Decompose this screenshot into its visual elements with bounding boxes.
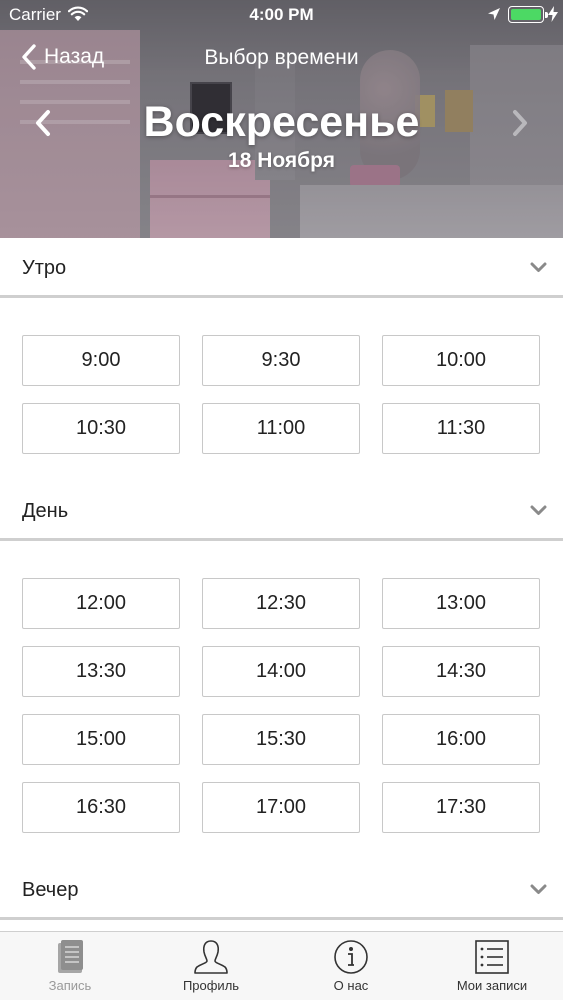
section-title: Вечер bbox=[22, 879, 79, 901]
chevron-down-icon bbox=[530, 884, 547, 894]
section-header-evening[interactable]: Вечер bbox=[0, 860, 563, 920]
status-bar: Carrier 4:00 PM bbox=[0, 0, 563, 30]
page-title: Выбор времени bbox=[204, 46, 359, 69]
time-slot[interactable]: 17:30 bbox=[382, 782, 540, 833]
section-header-day[interactable]: День bbox=[0, 481, 563, 541]
time-slot[interactable]: 16:00 bbox=[382, 714, 540, 765]
time-slot[interactable]: 11:00 bbox=[202, 403, 360, 454]
list-icon bbox=[475, 940, 509, 974]
next-day-button[interactable] bbox=[509, 108, 531, 138]
day-name: Воскресенье bbox=[143, 98, 420, 146]
time-slot[interactable]: 10:00 bbox=[382, 335, 540, 386]
tab-label: Мои записи bbox=[456, 978, 528, 993]
status-time: 4:00 PM bbox=[249, 5, 314, 24]
time-slot[interactable]: 12:30 bbox=[202, 578, 360, 629]
day-date: 18 Ноября bbox=[228, 149, 335, 172]
document-icon bbox=[58, 940, 83, 973]
section-title: День bbox=[22, 500, 69, 522]
time-slot[interactable]: 10:30 bbox=[22, 403, 180, 454]
time-slot[interactable]: 14:00 bbox=[202, 646, 360, 697]
tab-profile[interactable]: Профиль bbox=[141, 932, 281, 1000]
tab-about[interactable]: О нас bbox=[281, 932, 421, 1000]
time-slot[interactable]: 9:30 bbox=[202, 335, 360, 386]
section-title: Утро bbox=[22, 257, 67, 279]
info-icon bbox=[334, 940, 368, 974]
time-slot[interactable]: 13:00 bbox=[382, 578, 540, 629]
chevron-down-icon bbox=[530, 262, 547, 272]
charging-icon bbox=[548, 6, 558, 22]
time-slot[interactable]: 12:00 bbox=[22, 578, 180, 629]
time-slot[interactable]: 16:30 bbox=[22, 782, 180, 833]
tab-label: Профиль bbox=[182, 978, 240, 993]
chevron-down-icon bbox=[530, 505, 547, 515]
time-slot[interactable]: 15:30 bbox=[202, 714, 360, 765]
tab-bar: Запись Профиль О нас Мои записи bbox=[0, 931, 563, 1000]
tab-label: Запись bbox=[48, 978, 92, 993]
tab-booking[interactable]: Запись bbox=[0, 932, 140, 1000]
header-banner: Carrier 4:00 PM Назад Выбор времени Воск… bbox=[0, 0, 563, 238]
time-slot[interactable]: 15:00 bbox=[22, 714, 180, 765]
tab-my-bookings[interactable]: Мои записи bbox=[422, 932, 562, 1000]
battery-icon bbox=[508, 6, 548, 23]
time-slot[interactable]: 13:30 bbox=[22, 646, 180, 697]
time-slot[interactable]: 11:30 bbox=[382, 403, 540, 454]
time-slot[interactable]: 17:00 bbox=[202, 782, 360, 833]
profile-icon bbox=[194, 940, 228, 974]
time-slot[interactable]: 9:00 bbox=[22, 335, 180, 386]
time-slot[interactable]: 14:30 bbox=[382, 646, 540, 697]
section-header-morning[interactable]: Утро bbox=[0, 238, 563, 298]
location-icon bbox=[488, 8, 500, 20]
tab-label: О нас bbox=[333, 978, 369, 993]
